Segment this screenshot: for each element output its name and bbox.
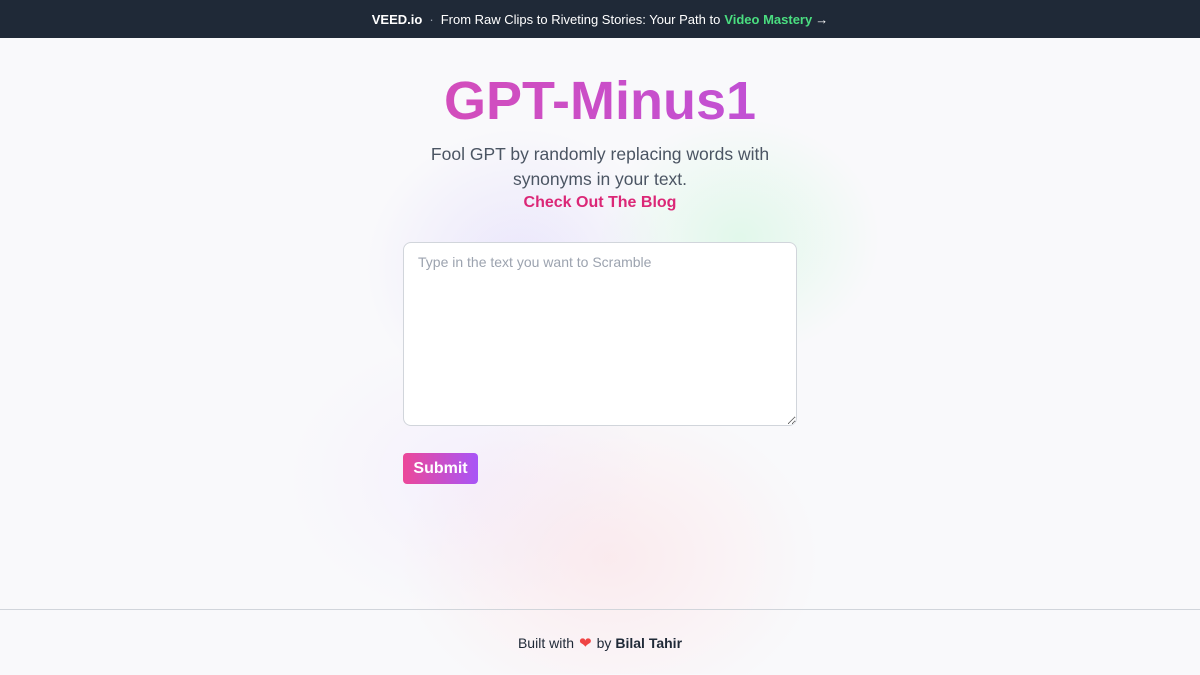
promo-banner[interactable]: VEED.io · From Raw Clips to Riveting Sto…: [0, 0, 1200, 38]
submit-button[interactable]: Submit: [403, 453, 478, 484]
page-subtitle: Fool GPT by randomly replacing words wit…: [430, 144, 770, 189]
blog-link-row: Check Out The Blog: [0, 192, 1200, 214]
footer-author: Bilal Tahir: [615, 634, 683, 651]
arrow-right-icon: →: [815, 11, 829, 27]
heart-icon: ❤: [579, 634, 592, 652]
blog-link[interactable]: Check Out The Blog: [524, 194, 677, 211]
banner-highlight: Video Mastery: [724, 11, 813, 27]
scramble-text-input[interactable]: [403, 242, 797, 426]
footer-by: by: [596, 634, 612, 651]
page-title: GPT-Minus1: [0, 66, 1200, 136]
footer-prefix: Built with: [517, 634, 574, 651]
banner-separator: ·: [429, 11, 434, 27]
banner-brand: VEED.io: [371, 11, 423, 27]
banner-message: From Raw Clips to Riveting Stories: Your…: [440, 11, 721, 27]
footer: Built with ❤ by Bilal Tahir: [0, 609, 1200, 675]
